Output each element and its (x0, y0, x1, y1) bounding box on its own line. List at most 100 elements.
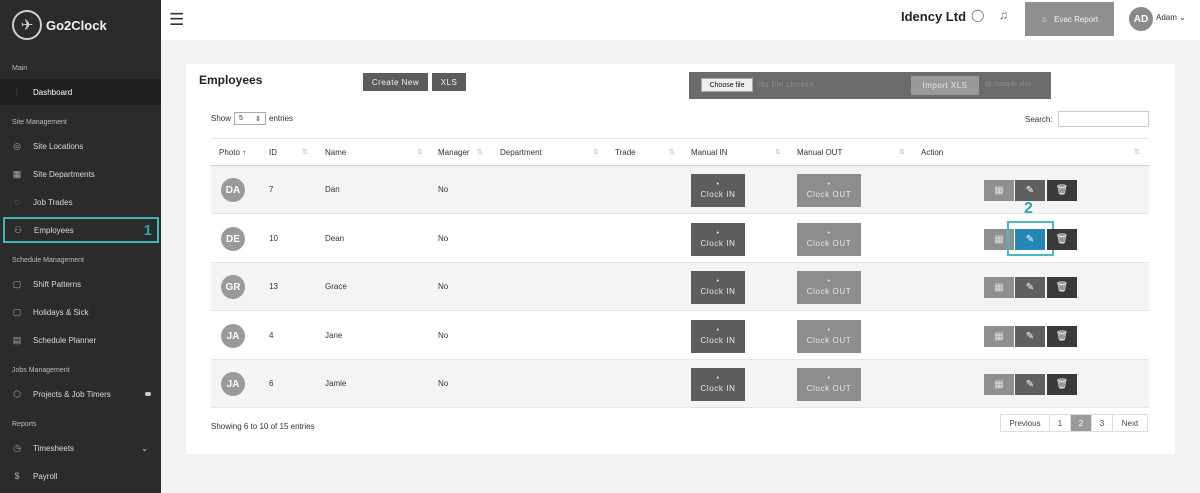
brand-name: Go2Clock (46, 17, 107, 33)
chevron-down-icon: ⌄ (1179, 13, 1186, 22)
dot-icon: • (716, 326, 720, 334)
section-label-jobs-management: Jobs Management (12, 367, 70, 374)
edit-button[interactable]: ✎ (1015, 229, 1045, 250)
clock-out-label: Clock OUT (806, 286, 852, 296)
calendar-icon: ▤ (12, 334, 22, 345)
clock-out-label: Clock OUT (806, 335, 852, 345)
chat-icon[interactable]: ◯ (971, 8, 984, 22)
fire-icon: ♨ (1040, 14, 1049, 24)
edit-icon: ✎ (1025, 379, 1035, 390)
delete-button[interactable]: 🗑 (1047, 180, 1077, 201)
sidebar-item-shift-patterns[interactable]: ▢ Shift Patterns (0, 271, 161, 297)
sample-file-link[interactable]: ▤ Sample.xlsx (985, 80, 1031, 88)
edit-icon: ✎ (1025, 185, 1035, 196)
column-header-department[interactable]: Department (500, 148, 542, 157)
clock-out-button[interactable]: • Clock OUT (797, 271, 861, 304)
choose-file-button[interactable]: Choose file (701, 78, 753, 92)
cell-id: 4 (269, 331, 274, 340)
delete-button[interactable]: 🗑 (1047, 277, 1077, 298)
column-header-id[interactable]: ID (269, 148, 277, 157)
avatar[interactable]: AD (1129, 7, 1153, 31)
callout-2: 2 (1024, 200, 1033, 217)
sidebar-item-site-locations[interactable]: ◎ Site Locations (0, 133, 161, 159)
xls-export-button[interactable]: XLS (432, 73, 466, 91)
pagination-page-1[interactable]: 1 (1050, 415, 1071, 431)
sidebar-item-site-departments[interactable]: ▦ Site Departments (0, 161, 161, 187)
menu-icon[interactable]: ☰ (169, 10, 184, 30)
topbar: ☰ Idency Ltd ◯ ♫ ♨ Evac Report AD Adam ⌄ (161, 0, 1200, 40)
calendar-icon: ▦ (994, 185, 1004, 196)
sidebar-item-job-trades[interactable]: ◌ Job Trades (0, 189, 161, 215)
edit-icon: ✎ (1025, 331, 1035, 342)
delete-button[interactable]: 🗑 (1047, 326, 1077, 347)
edit-button[interactable]: ✎ (1015, 277, 1045, 298)
sidebar-item-holidays-sick[interactable]: ▢ Holidays & Sick (0, 299, 161, 325)
sidebar-item-payroll[interactable]: $ Payroll (0, 463, 161, 489)
clock-icon: ◷ (13, 442, 21, 453)
pagination-next[interactable]: Next (1113, 415, 1147, 431)
column-header-name[interactable]: Name (325, 148, 346, 157)
sidebar-item-schedule-planner[interactable]: ▤ Schedule Planner (0, 327, 161, 353)
create-new-button[interactable]: Create New (363, 73, 428, 91)
calendar-button[interactable]: ▦ (984, 326, 1014, 347)
column-header-trade[interactable]: Trade (615, 148, 636, 157)
cell-manager: No (438, 379, 449, 388)
edit-button[interactable]: ✎ (1015, 180, 1045, 201)
trash-icon: 🗑 (1055, 379, 1069, 390)
sidebar-item-projects-job-timers[interactable]: ⬡ Projects & Job Timers (0, 381, 161, 407)
calendar-button[interactable]: ▦ (984, 180, 1014, 201)
pagination-previous[interactable]: Previous (1001, 415, 1050, 431)
section-label-reports: Reports (12, 421, 37, 428)
pagination-page-3[interactable]: 3 (1092, 415, 1113, 431)
clock-in-button[interactable]: • Clock IN (691, 223, 745, 256)
entries-select[interactable]: 5 ⇕ (234, 112, 267, 125)
dot-icon: • (716, 277, 720, 285)
clock-in-button[interactable]: • Clock IN (691, 174, 745, 207)
clock-out-button[interactable]: • Clock OUT (797, 368, 861, 401)
sidebar-item-employees[interactable]: ⚇ Employees 1 (3, 217, 159, 243)
table-row: GR 13 Grace No • Clock IN • Clock OUT ▦ … (211, 263, 1149, 311)
calendar-button[interactable]: ▦ (984, 374, 1014, 395)
column-label: Photo (219, 148, 240, 157)
calendar-button[interactable]: ▦ (984, 277, 1014, 298)
column-header-manager[interactable]: Manager (438, 148, 470, 157)
clock-in-button[interactable]: • Clock IN (691, 320, 745, 353)
delete-button[interactable]: 🗑 (1047, 229, 1077, 250)
import-xls-button[interactable]: Import XLS (911, 76, 979, 95)
callout-1: 1 (143, 222, 152, 239)
section-label-schedule-management: Schedule Management (12, 257, 84, 264)
column-header-manual-in[interactable]: Manual IN (691, 148, 727, 157)
user-name: Adam (1156, 13, 1177, 22)
sidebar-item-label: Projects & Job Timers (33, 389, 111, 399)
search-input[interactable] (1058, 111, 1149, 127)
chevron-down-icon: ⌄ (141, 443, 148, 453)
column-header-photo[interactable]: Photo ↑ (219, 148, 246, 157)
cell-manager: No (438, 331, 449, 340)
sidebar-item-timesheets[interactable]: ◷ Timesheets ⌄ (0, 435, 161, 461)
brand[interactable]: ✈ Go2Clock (0, 0, 161, 50)
column-header-manual-out[interactable]: Manual OUT (797, 148, 842, 157)
sidebar-item-dashboard[interactable]: ⫶ Dashboard (0, 79, 161, 105)
delete-button[interactable]: 🗑 (1047, 374, 1077, 395)
edit-button[interactable]: ✎ (1015, 326, 1045, 347)
clock-out-button[interactable]: • Clock OUT (797, 174, 861, 207)
clock-out-button[interactable]: • Clock OUT (797, 223, 861, 256)
search-label: Search: (1025, 115, 1053, 124)
sidebar-item-label: Dashboard (33, 87, 73, 97)
trash-icon: 🗑 (1055, 282, 1069, 293)
cell-name: Dan (325, 185, 340, 194)
evac-report-button[interactable]: ♨ Evac Report (1025, 2, 1114, 36)
clock-out-button[interactable]: • Clock OUT (797, 320, 861, 353)
column-header-action[interactable]: Action (921, 148, 943, 157)
grid-icon: ▦ (12, 168, 22, 179)
pagination-page-2[interactable]: 2 (1071, 415, 1092, 431)
bell-icon[interactable]: ♫ (999, 8, 1008, 22)
section-label-main: Main (12, 65, 28, 72)
clock-in-button[interactable]: • Clock IN (691, 368, 745, 401)
pagination: Previous 1 2 3 Next (1000, 414, 1148, 432)
dot-icon: • (716, 180, 720, 188)
edit-button[interactable]: ✎ (1015, 374, 1045, 395)
cell-id: 10 (269, 234, 278, 243)
clock-in-button[interactable]: • Clock IN (691, 271, 745, 304)
user-menu[interactable]: Adam ⌄ (1156, 13, 1186, 22)
